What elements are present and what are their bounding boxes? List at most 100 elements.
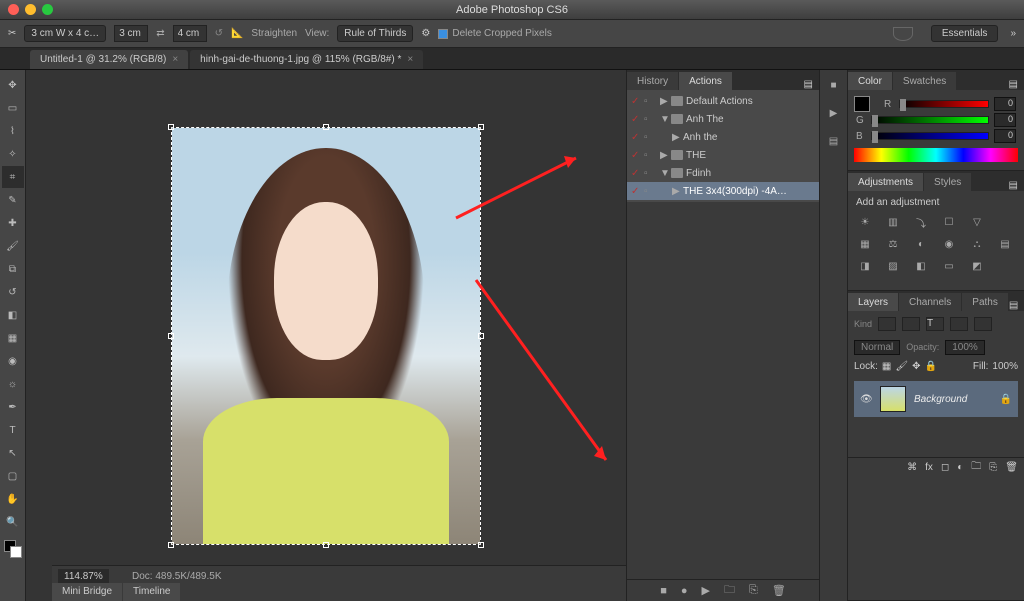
photo-filter-icon[interactable]: ◉: [940, 236, 958, 252]
crop-tool[interactable]: ⌗: [2, 166, 24, 188]
path-tool[interactable]: ↖: [2, 442, 24, 464]
crop-height-input[interactable]: [173, 25, 207, 42]
action-dialog-icon[interactable]: ▫: [644, 96, 654, 107]
new-set-button[interactable]: 🗀: [724, 581, 735, 600]
action-dialog-icon[interactable]: ▫: [644, 132, 654, 143]
action-row[interactable]: ✓▫▼Fdinh: [627, 164, 819, 182]
crop-handle[interactable]: [168, 542, 174, 548]
action-toggle-icon[interactable]: ✓: [631, 114, 641, 124]
layer-thumbnail[interactable]: [880, 386, 906, 412]
delete-layer-icon[interactable]: 🗑: [1005, 462, 1018, 473]
panel-menu-icon[interactable]: ▤: [1009, 300, 1018, 311]
panel-menu-icon[interactable]: ▤: [1009, 79, 1018, 90]
disclosure-icon[interactable]: ▶: [672, 132, 680, 143]
strip-icon[interactable]: ▤: [825, 132, 843, 150]
action-toggle-icon[interactable]: ✓: [631, 186, 641, 196]
document-tab[interactable]: Untitled-1 @ 31.2% (RGB/8)×: [30, 50, 188, 69]
filter-adjust-icon[interactable]: [902, 317, 920, 331]
foreground-background-swatch[interactable]: [4, 540, 22, 558]
history-brush-tool[interactable]: ↺: [2, 281, 24, 303]
color-spectrum[interactable]: [854, 148, 1018, 162]
filter-shape-icon[interactable]: [950, 317, 968, 331]
adjustment-layer-icon[interactable]: ◐: [957, 462, 963, 473]
gradient-tool[interactable]: ▦: [2, 327, 24, 349]
b-slider[interactable]: [871, 132, 989, 140]
workspace-selector[interactable]: Essentials: [931, 25, 999, 42]
threshold-icon[interactable]: ◧: [912, 258, 930, 274]
layer-mask-icon[interactable]: ◻: [941, 462, 949, 473]
opacity-value[interactable]: 100%: [945, 340, 985, 355]
document-info[interactable]: Doc: 489.5K/489.5K: [132, 571, 222, 582]
action-row[interactable]: ✓▫▶Default Actions: [627, 92, 819, 110]
r-value[interactable]: 0: [994, 97, 1016, 111]
blend-mode-dropdown[interactable]: Normal: [854, 340, 900, 355]
hue-icon[interactable]: ▦: [856, 236, 874, 252]
layer-row[interactable]: 👁 Background 🔒: [854, 381, 1018, 417]
curves-icon[interactable]: ⤵: [912, 214, 930, 230]
tab-color[interactable]: Color: [848, 72, 892, 90]
lock-position-icon[interactable]: ✥: [912, 361, 920, 372]
tab-paths[interactable]: Paths: [962, 293, 1008, 311]
action-dialog-icon[interactable]: ▫: [644, 114, 654, 125]
lock-all-icon[interactable]: 🔒: [924, 361, 936, 372]
tab-swatches[interactable]: Swatches: [893, 72, 956, 90]
color-lookup-icon[interactable]: ▤: [996, 236, 1014, 252]
panel-menu-icon[interactable]: ▤: [1009, 180, 1018, 191]
dodge-tool[interactable]: ☼: [2, 373, 24, 395]
crop-preset-dropdown[interactable]: 3 cm W x 4 c…: [24, 25, 106, 42]
close-tab-icon[interactable]: ×: [172, 54, 178, 65]
r-slider[interactable]: [899, 100, 989, 108]
link-layers-icon[interactable]: ⌘: [907, 462, 917, 473]
gradient-map-icon[interactable]: ▭: [940, 258, 958, 274]
stop-button[interactable]: ■: [660, 585, 667, 597]
selective-color-icon[interactable]: ◩: [968, 258, 986, 274]
fill-value[interactable]: 100%: [992, 361, 1018, 372]
reset-crop-icon[interactable]: [893, 27, 913, 41]
exposure-icon[interactable]: ☐: [940, 214, 958, 230]
tab-styles[interactable]: Styles: [924, 173, 971, 191]
g-value[interactable]: 0: [994, 113, 1016, 127]
b-value[interactable]: 0: [994, 129, 1016, 143]
new-layer-icon[interactable]: ⎘: [989, 462, 997, 473]
eraser-tool[interactable]: ◧: [2, 304, 24, 326]
filter-smart-icon[interactable]: [974, 317, 992, 331]
zoom-level[interactable]: 114.87%: [58, 569, 109, 584]
crop-handle[interactable]: [323, 542, 329, 548]
disclosure-icon[interactable]: ▶: [660, 150, 668, 161]
lasso-tool[interactable]: ⌇: [2, 120, 24, 142]
bw-icon[interactable]: ◐: [912, 236, 930, 252]
action-toggle-icon[interactable]: ✓: [631, 150, 641, 160]
action-toggle-icon[interactable]: ✓: [631, 168, 641, 178]
lock-transparency-icon[interactable]: ▦: [882, 361, 891, 372]
view-dropdown[interactable]: Rule of Thirds: [337, 25, 413, 42]
action-dialog-icon[interactable]: ▫: [644, 150, 654, 161]
disclosure-icon[interactable]: ▼: [660, 168, 668, 179]
invert-icon[interactable]: ◨: [856, 258, 874, 274]
action-row[interactable]: ✓▫▶Anh the: [627, 128, 819, 146]
layer-name[interactable]: Background: [914, 394, 992, 405]
close-tab-icon[interactable]: ×: [407, 54, 413, 65]
crop-handle[interactable]: [168, 333, 174, 339]
panel-menu-icon[interactable]: ▤: [804, 79, 813, 90]
stamp-tool[interactable]: ⧉: [2, 258, 24, 280]
action-row[interactable]: ✓▫▼Anh The: [627, 110, 819, 128]
blur-tool[interactable]: ◉: [2, 350, 24, 372]
button-mode-play-icon[interactable]: ▶: [825, 104, 843, 122]
balance-icon[interactable]: ⚖: [884, 236, 902, 252]
swap-icon[interactable]: ⇄: [156, 28, 164, 39]
g-slider[interactable]: [871, 116, 989, 124]
lock-pixels-icon[interactable]: 🖌: [895, 361, 908, 372]
tab-layers[interactable]: Layers: [848, 293, 898, 311]
crop-width-input[interactable]: [114, 25, 148, 42]
action-row[interactable]: ✓▫▶THE: [627, 146, 819, 164]
marquee-tool[interactable]: ▭: [2, 97, 24, 119]
type-tool[interactable]: T: [2, 419, 24, 441]
crop-handle[interactable]: [323, 124, 329, 130]
action-dialog-icon[interactable]: ▫: [644, 186, 654, 197]
move-tool[interactable]: ✥: [2, 74, 24, 96]
disclosure-icon[interactable]: ▶: [672, 186, 680, 197]
vibrance-icon[interactable]: ▽: [968, 214, 986, 230]
mini-bridge-tab[interactable]: Mini Bridge: [52, 583, 122, 601]
canvas-area[interactable]: 114.87% Doc: 489.5K/489.5K Mini Bridge T…: [26, 70, 626, 601]
filter-pixel-icon[interactable]: [878, 317, 896, 331]
